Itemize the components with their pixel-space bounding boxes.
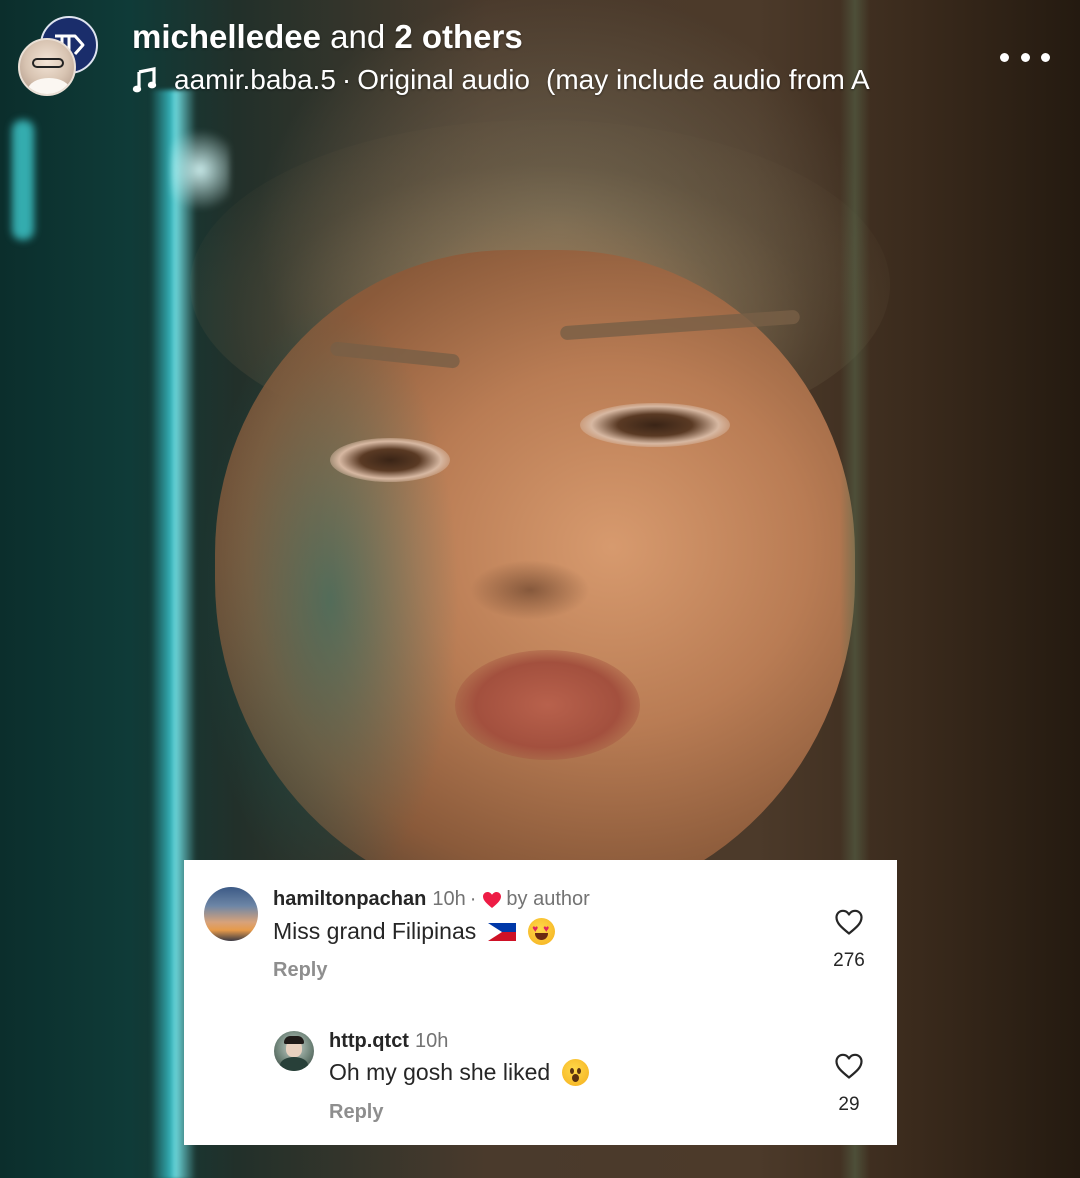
comment-card: hamiltonpachan 10h · by author Miss gran…: [184, 860, 897, 1145]
reply-button[interactable]: Reply: [273, 959, 327, 982]
avatar-glasses: [32, 58, 64, 68]
more-options-icon[interactable]: [1000, 46, 1050, 68]
authors-joiner: and: [330, 18, 386, 55]
comment-meta: http.qtct 10h: [329, 1030, 448, 1053]
teal-light-streak: [12, 120, 34, 240]
philippines-flag-icon: [488, 922, 517, 941]
other-authors-link[interactable]: 2 others: [394, 18, 522, 55]
music-note-icon: [132, 67, 157, 93]
lips: [455, 650, 640, 760]
comment-text: Oh my gosh she liked: [329, 1059, 590, 1086]
heart-eyes-emoji-icon: ♥ ♥: [528, 918, 556, 945]
teal-shadow: [200, 300, 460, 900]
audio-author[interactable]: aamir.baba.5: [174, 64, 336, 96]
avatar[interactable]: [204, 887, 258, 941]
post-header: michelledee and 2 others aamir.baba.5 · …: [0, 0, 1080, 110]
light-glow: [170, 120, 230, 220]
surprised-emoji-icon: [562, 1059, 590, 1086]
meta-separator: ·: [469, 888, 477, 910]
more-dot: [1000, 52, 1009, 62]
comment-body: Miss grand Filipinas: [273, 918, 477, 944]
comment-username[interactable]: http.qtct: [329, 1030, 409, 1053]
liked-by-label: by author: [506, 888, 590, 910]
left-eye: [330, 438, 450, 482]
like-count: 29: [838, 1094, 860, 1115]
comment-body: Oh my gosh she liked: [329, 1059, 551, 1085]
audio-separator: ·: [341, 64, 352, 95]
audio-attribution[interactable]: aamir.baba.5 · Original audio (may inclu…: [132, 61, 970, 99]
right-eye: [580, 403, 730, 447]
comment-username[interactable]: hamiltonpachan: [273, 888, 426, 911]
heart-icon[interactable]: [834, 1052, 864, 1080]
heart-icon[interactable]: [834, 908, 864, 936]
liked-by-author-heart-icon: [483, 891, 502, 908]
avatar[interactable]: [18, 38, 76, 96]
more-dot: [1020, 52, 1030, 62]
nose-shadow: [470, 560, 590, 620]
author-username[interactable]: michelledee: [132, 18, 321, 55]
comment-text: Miss grand Filipinas ♥ ♥: [273, 918, 556, 945]
comment-time: 10h: [432, 888, 466, 910]
comment-meta: hamiltonpachan 10h · by author: [273, 888, 590, 911]
more-dot: [1041, 52, 1050, 62]
comment-time: 10h: [414, 1030, 449, 1052]
like-count: 276: [833, 950, 865, 971]
post-authors[interactable]: michelledee and 2 others: [132, 18, 523, 56]
avatar-coat: [28, 78, 70, 94]
avatar[interactable]: [274, 1031, 314, 1071]
reply-button[interactable]: Reply: [329, 1101, 383, 1124]
audio-note: (may include audio from A: [546, 64, 870, 95]
audio-title[interactable]: Original audio: [357, 64, 530, 96]
